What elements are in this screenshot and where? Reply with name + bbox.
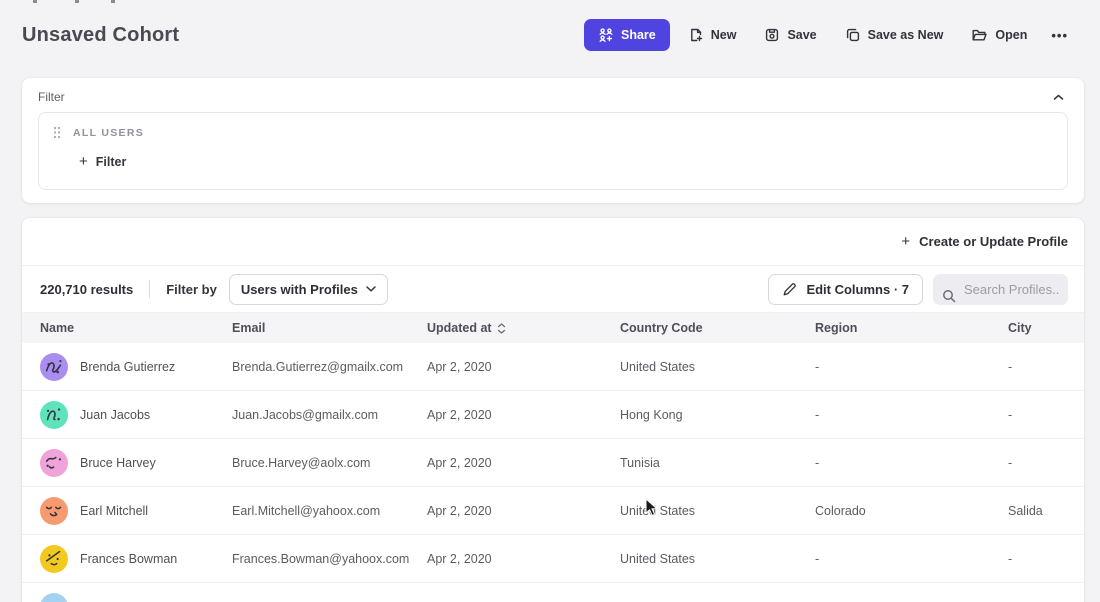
save-button[interactable]: Save <box>754 19 826 51</box>
more-dots-icon: ••• <box>1051 28 1068 43</box>
column-header-region: Region <box>797 321 990 335</box>
sort-icon <box>497 323 506 334</box>
profile-email: Earl.Mitchell@yahoox.com <box>214 504 409 518</box>
collapse-filter-button[interactable] <box>1049 92 1068 103</box>
table-row[interactable]: Frances Bowman Frances.Bowman@yahoox.com… <box>22 535 1084 583</box>
column-header-email: Email <box>214 321 409 335</box>
profile-city: Salida <box>990 504 1084 518</box>
profile-country-code: Tunisia <box>602 456 797 470</box>
table-row[interactable]: Bruce Harvey Bruce.Harvey@aolx.com Apr 2… <box>22 439 1084 487</box>
profile-region: - <box>797 552 990 566</box>
add-filter-label: Filter <box>96 155 127 169</box>
profile-country-code: United States <box>602 552 797 566</box>
avatar <box>40 545 68 573</box>
table-row[interactable]: Juan Jacobs Juan.Jacobs@gmailx.com Apr 2… <box>22 391 1084 439</box>
plus-icon: + <box>901 234 910 249</box>
toolbar-divider <box>149 280 150 298</box>
filter-group-label: ALL USERS <box>73 127 144 139</box>
edit-columns-label: Edit Columns · 7 <box>806 282 909 297</box>
results-toolbar: 220,710 results Filter by Users with Pro… <box>22 266 1084 313</box>
profile-region: - <box>797 456 990 470</box>
save-as-new-button-label: Save as New <box>868 28 944 42</box>
filter-panel: Filter ALL USERS + Filter <box>22 78 1084 203</box>
profile-email: Bruce.Harvey@aolx.com <box>214 456 409 470</box>
column-header-city: City <box>990 321 1084 335</box>
plus-icon: + <box>79 154 88 169</box>
column-header-country-code: Country Code <box>602 321 797 335</box>
avatar <box>40 593 68 602</box>
share-button-label: Share <box>621 28 656 42</box>
folder-open-icon <box>971 27 988 43</box>
profile-updated-at: Apr 2, 2020 <box>409 504 602 518</box>
chevron-up-icon <box>1053 94 1064 101</box>
edit-columns-button[interactable]: Edit Columns · 7 <box>768 274 923 305</box>
avatar <box>40 497 68 525</box>
profile-name: Brenda Gutierrez <box>80 360 175 374</box>
new-button[interactable]: New <box>678 19 747 51</box>
pencil-icon <box>782 282 797 297</box>
profile-city: - <box>990 360 1084 374</box>
column-header-name: Name <box>22 321 214 335</box>
profile-updated-at: Apr 2, 2020 <box>409 408 602 422</box>
profiles-panel: + Create or Update Profile 220,710 resul… <box>22 218 1084 602</box>
users-with-profiles-dropdown[interactable]: Users with Profiles <box>229 274 388 305</box>
filter-group-all-users: ALL USERS + Filter <box>38 112 1068 190</box>
filter-panel-label: Filter <box>38 90 65 104</box>
profile-name: Frances Bowman <box>80 552 177 566</box>
profile-email: Juan.Jacobs@gmailx.com <box>214 408 409 422</box>
avatar <box>40 353 68 381</box>
page-header: Unsaved Cohort Share New <box>0 0 1100 70</box>
profile-city: - <box>990 456 1084 470</box>
save-button-label: Save <box>787 28 816 42</box>
results-count: 220,710 results <box>40 282 133 297</box>
profile-name: Bruce Harvey <box>80 456 156 470</box>
save-icon <box>764 27 780 43</box>
profile-country-code: United States <box>602 504 797 518</box>
profile-region: - <box>797 408 990 422</box>
avatar <box>40 449 68 477</box>
save-as-new-button[interactable]: Save as New <box>835 19 954 51</box>
users-with-profiles-dropdown-value: Users with Profiles <box>241 282 358 297</box>
copy-icon <box>845 27 861 43</box>
profile-country-code: United States <box>602 360 797 374</box>
more-options-button[interactable]: ••• <box>1045 20 1074 51</box>
profile-name: Earl Mitchell <box>80 504 148 518</box>
profile-region: - <box>797 360 990 374</box>
profile-country-code: Hong Kong <box>602 408 797 422</box>
new-button-label: New <box>711 28 737 42</box>
profile-city: - <box>990 552 1084 566</box>
table-row[interactable]: Brenda Gutierrez Brenda.Gutierrez@gmailx… <box>22 343 1084 391</box>
table-row[interactable] <box>22 583 1084 602</box>
column-header-updated-at[interactable]: Updated at <box>409 321 602 335</box>
share-button[interactable]: Share <box>584 19 670 51</box>
profile-updated-at: Apr 2, 2020 <box>409 552 602 566</box>
drag-handle-icon[interactable] <box>53 126 61 139</box>
share-users-icon <box>598 27 614 43</box>
profile-region: Colorado <box>797 504 990 518</box>
profile-updated-at: Apr 2, 2020 <box>409 456 602 470</box>
profile-updated-at: Apr 2, 2020 <box>409 360 602 374</box>
profile-city: - <box>990 408 1084 422</box>
add-filter-button[interactable]: + Filter <box>79 154 126 169</box>
create-or-update-profile-label: Create or Update Profile <box>919 234 1068 249</box>
avatar <box>40 401 68 429</box>
header-actions: Share New Save <box>584 19 1074 51</box>
profile-name: Juan Jacobs <box>80 408 150 422</box>
profiles-search <box>933 274 1068 305</box>
open-button[interactable]: Open <box>961 19 1037 51</box>
profile-email: Frances.Bowman@yahoox.com <box>214 552 409 566</box>
new-file-icon <box>688 27 704 43</box>
table-header-row: Name Email Updated at Country Code Regio… <box>22 313 1084 343</box>
create-or-update-profile-button[interactable]: + Create or Update Profile <box>901 234 1068 249</box>
filter-by-label: Filter by <box>166 282 217 297</box>
chevron-down-icon <box>366 286 376 292</box>
open-button-label: Open <box>995 28 1027 42</box>
page-title: Unsaved Cohort <box>22 24 179 47</box>
table-row[interactable]: Earl Mitchell Earl.Mitchell@yahoox.com A… <box>22 487 1084 535</box>
profile-email: Brenda.Gutierrez@gmailx.com <box>214 360 409 374</box>
